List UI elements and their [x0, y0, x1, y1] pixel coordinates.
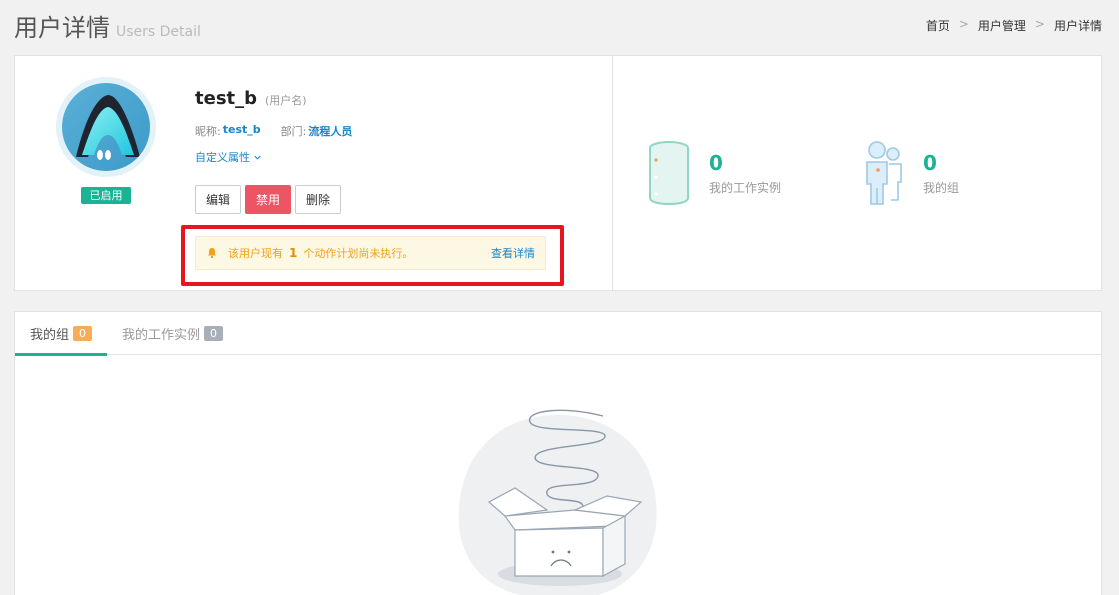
username-block: test_b (用户名) [195, 88, 307, 109]
group-icon [866, 141, 902, 205]
page-title: 用户详情 Users Detail [14, 8, 201, 43]
chevron-down-icon [254, 155, 261, 160]
tab-bar: 我的组 0 我的工作实例 0 [15, 312, 1101, 356]
stat-label: 我的组 [923, 180, 960, 195]
pending-actions-alert: 该用户现有 1 个动作计划尚未执行。 查看详情 [195, 236, 546, 270]
breadcrumb-user-management[interactable]: 用户管理 [978, 17, 1026, 34]
breadcrumb-separator: > [958, 17, 969, 31]
stat-label: 我的工作实例 [709, 180, 782, 195]
empty-box-illustration [458, 409, 657, 595]
stat-text: 0 我的组 [923, 151, 959, 196]
avatar [56, 77, 156, 177]
card-divider [612, 56, 613, 290]
stat-value: 0 [923, 150, 937, 175]
avatar-image [62, 83, 150, 171]
tabs-card: 我的组 0 我的工作实例 0 [14, 311, 1102, 595]
custom-attributes-label: 自定义属性 [195, 151, 250, 164]
stat-text: 0 我的工作实例 [709, 151, 781, 196]
dept-value: 流程人员 [308, 125, 353, 138]
nickname-value: test_b [222, 123, 261, 136]
breadcrumb-current: 用户详情 [1053, 19, 1102, 33]
bell-icon [208, 248, 216, 259]
nickname-label: 昵称: [195, 125, 221, 138]
alert-prefix: 该用户现有 [228, 247, 283, 260]
action-buttons: 编辑 禁用 删除 [195, 185, 342, 214]
alert-suffix: 个动作计划尚未执行。 [303, 247, 414, 260]
delete-button[interactable]: 删除 [295, 185, 342, 214]
username-hint: (用户名) [265, 94, 307, 107]
tab-label: 我的工作实例 [122, 328, 201, 343]
breadcrumb-separator: > [1034, 17, 1045, 31]
custom-attributes-toggle[interactable]: 自定义属性 [195, 149, 262, 165]
page-title-main: 用户详情 [14, 14, 110, 42]
view-details-link[interactable]: 查看详情 [491, 245, 535, 261]
tab-my-groups[interactable]: 我的组 0 [15, 312, 108, 356]
database-icon [649, 141, 689, 206]
alert-count: 1 [289, 246, 298, 260]
tab-my-work-instances[interactable]: 我的工作实例 0 [107, 312, 238, 355]
breadcrumb-home[interactable]: 首页 [926, 17, 950, 34]
status-badge: 已启用 [81, 187, 131, 204]
breadcrumb: 首页 > 用户管理 > 用户详情 [926, 17, 1102, 34]
username: test_b [195, 88, 258, 109]
disable-button[interactable]: 禁用 [245, 185, 292, 214]
stat-work-instances[interactable]: 0 我的工作实例 [647, 140, 781, 206]
tab-label: 我的组 [30, 328, 70, 343]
tab-count-badge: 0 [204, 326, 224, 341]
tab-count-badge: 0 [73, 326, 93, 341]
dept-label: 部门: [280, 125, 307, 138]
page-title-sub: Users Detail [116, 24, 201, 40]
edit-button[interactable]: 编辑 [195, 185, 242, 214]
meta-row: 昵称: test_b 部门: 流程人员 [195, 123, 352, 139]
profile-card: 已启用 test_b (用户名) 昵称: test_b 部门: 流程人员 自定义… [14, 55, 1102, 291]
stat-value: 0 [709, 150, 723, 175]
stat-my-groups[interactable]: 0 我的组 [863, 140, 959, 206]
